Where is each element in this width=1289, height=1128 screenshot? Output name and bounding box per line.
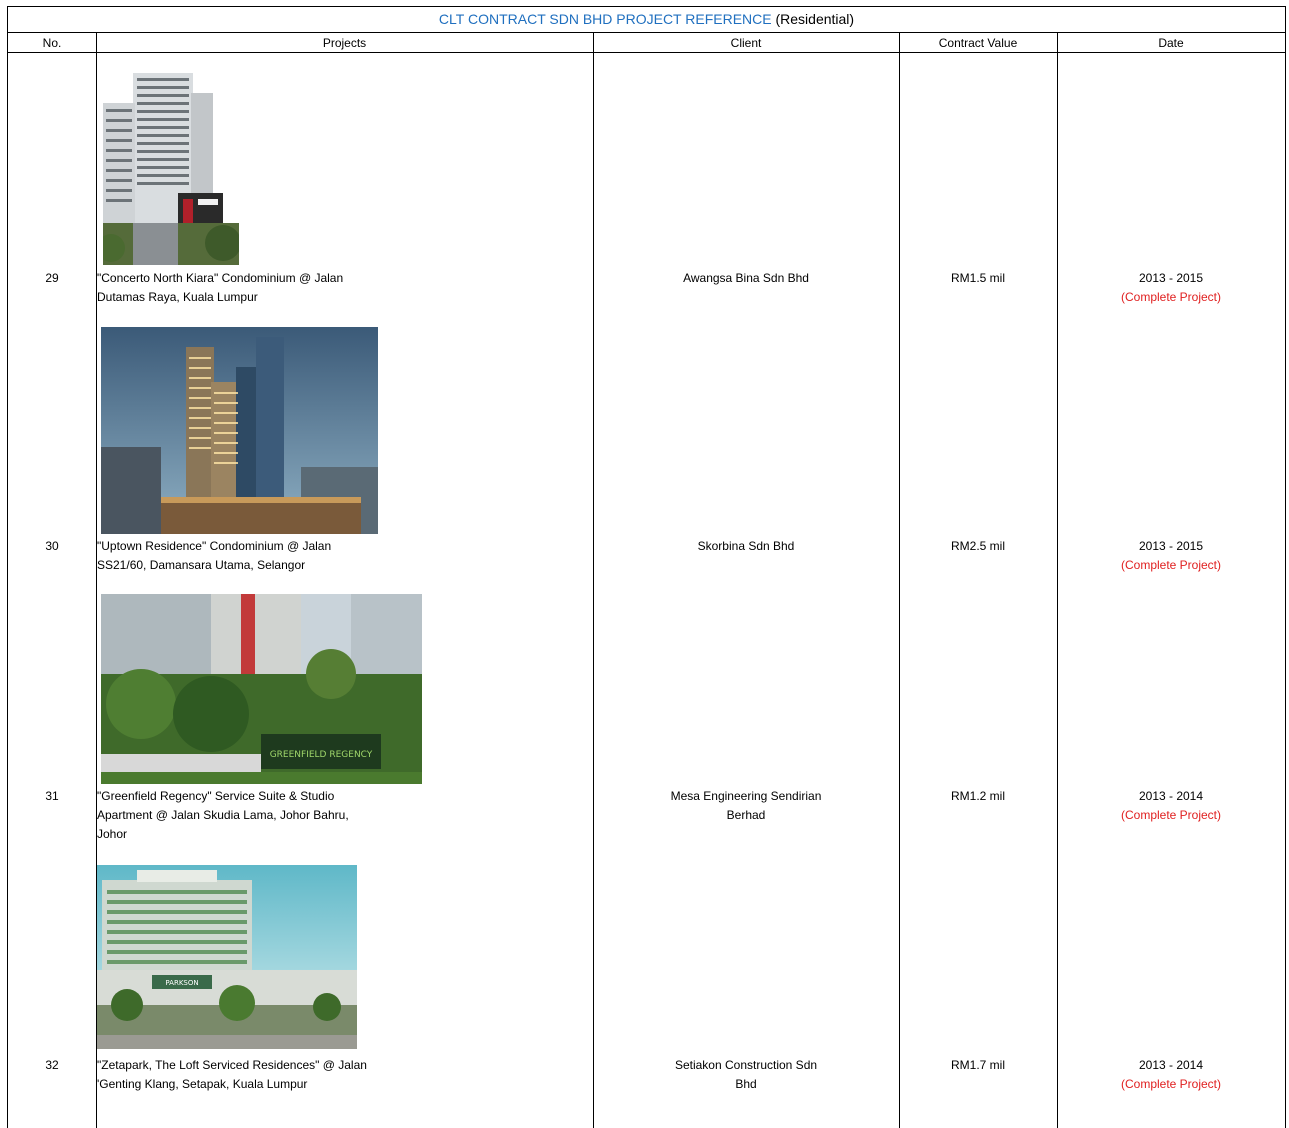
client-name-line: Awangsa Bina Sdn Bhd [683, 271, 809, 285]
row-29-client: Awangsa Bina Sdn Bhd [593, 269, 899, 288]
row-30-date: 2013 - 2015 (Complete Project) [1057, 537, 1285, 575]
col-header-date: Date [1057, 32, 1285, 53]
row-31-no: 31 [45, 789, 59, 803]
column-divider [593, 32, 594, 1128]
row-29-date: 2013 - 2015 (Complete Project) [1057, 269, 1285, 307]
photo-zetapark: PARKSON [97, 865, 357, 1049]
photo-concerto-north-kiara [103, 73, 239, 265]
project-name-line: "Uptown Residence" Condominium @ Jalan [97, 539, 332, 553]
row-29-contract-value: RM1.5 mil [950, 271, 1005, 285]
row-32-date: 2013 - 2014 (Complete Project) [1057, 1056, 1285, 1094]
status-label: (Complete Project) [1120, 808, 1222, 822]
row-32-contract-value: RM1.7 mil [950, 1058, 1005, 1072]
status-label: (Complete Project) [1120, 290, 1222, 304]
row-30-contract-value: RM2.5 mil [950, 539, 1005, 553]
greenfield-sign: GREENFIELD REGENCY [270, 750, 373, 760]
date-range: 2013 - 2015 [1138, 539, 1204, 553]
project-address-line: Johor [97, 827, 128, 841]
col-header-no: No. [8, 32, 96, 53]
status-label: (Complete Project) [1120, 558, 1222, 572]
date-range: 2013 - 2015 [1138, 271, 1204, 285]
column-divider [899, 32, 900, 1128]
client-name-line: Skorbina Sdn Bhd [697, 539, 795, 553]
client-name-line: Bhd [735, 1077, 757, 1091]
project-name-line: "Zetapark, The Loft Serviced Residences"… [97, 1058, 367, 1072]
client-name-line: Setiakon Construction Sdn [674, 1058, 818, 1072]
project-address-line: 'Genting Klang, Setapak, Kuala Lumpur [97, 1077, 308, 1091]
row-31-date: 2013 - 2014 (Complete Project) [1057, 787, 1285, 825]
project-address-line: Dutamas Raya, Kuala Lumpur [97, 290, 258, 304]
row-32-client: Setiakon Construction Sdn Bhd [593, 1056, 899, 1094]
project-address-line: SS21/60, Damansara Utama, Selangor [97, 558, 306, 572]
date-range: 2013 - 2014 [1138, 1058, 1204, 1072]
row-32-project: "Zetapark, The Loft Serviced Residences"… [97, 1056, 591, 1094]
title-main: CLT CONTRACT SDN BHD PROJECT REFERENCE [438, 11, 772, 27]
project-address-line: Apartment @ Jalan Skudia Lama, Johor Bah… [97, 808, 349, 822]
status-label: (Complete Project) [1120, 1077, 1222, 1091]
photo-greenfield-regency: GREENFIELD REGENCY [101, 594, 422, 784]
client-name-line: Mesa Engineering Sendirian [670, 789, 822, 803]
project-reference-sheet: CLT CONTRACT SDN BHD PROJECT REFERENCE (… [7, 6, 1286, 1128]
row-31-contract-value: RM1.2 mil [950, 789, 1005, 803]
title-suffix: (Residential) [775, 11, 855, 27]
date-range: 2013 - 2014 [1138, 789, 1204, 803]
project-name-line: "Concerto North Kiara" Condominium @ Jal… [97, 271, 344, 285]
col-header-projects: Projects [96, 32, 593, 53]
parkson-sign: PARKSON [165, 979, 198, 987]
row-30-no: 30 [45, 539, 59, 553]
row-30-client: Skorbina Sdn Bhd [593, 537, 899, 556]
row-29-project: "Concerto North Kiara" Condominium @ Jal… [97, 269, 591, 307]
row-31-client: Mesa Engineering Sendirian Berhad [593, 787, 899, 825]
row-29-no: 29 [45, 271, 59, 285]
project-name-line: "Greenfield Regency" Service Suite & Stu… [97, 789, 335, 803]
col-header-contract-value: Contract Value [899, 32, 1057, 53]
column-divider [1057, 32, 1058, 1128]
row-30-project: "Uptown Residence" Condominium @ Jalan S… [97, 537, 591, 575]
row-31-project: "Greenfield Regency" Service Suite & Stu… [97, 787, 591, 844]
client-name-line: Berhad [726, 808, 766, 822]
row-32-no: 32 [45, 1058, 59, 1072]
col-header-client: Client [593, 32, 899, 53]
photo-uptown-residence [101, 327, 378, 534]
sheet-title: CLT CONTRACT SDN BHD PROJECT REFERENCE (… [8, 7, 1285, 32]
